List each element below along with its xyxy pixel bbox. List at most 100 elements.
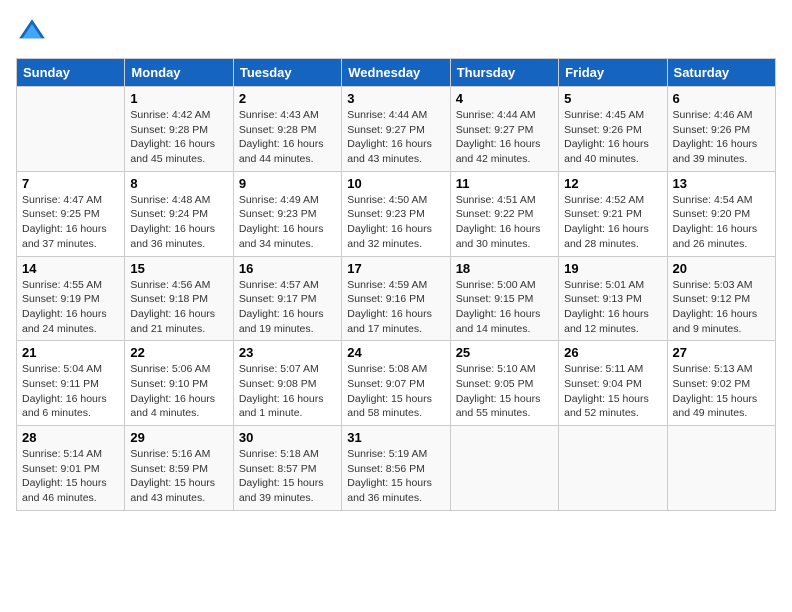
calendar-cell: 21Sunrise: 5:04 AM Sunset: 9:11 PM Dayli… (17, 341, 125, 426)
calendar-cell: 7 Sunrise: 4:47 AM Sunset: 9:25 PM Daylig… (17, 171, 125, 256)
day-number: 26 (564, 345, 661, 360)
day-info: Sunrise: 5:03 AM Sunset: 9:12 PM Dayligh… (673, 278, 770, 337)
day-number: 24 (347, 345, 444, 360)
calendar-cell: 8 Sunrise: 4:48 AM Sunset: 9:24 PM Daylig… (125, 171, 233, 256)
day-number: 22 (130, 345, 227, 360)
day-info: Sunrise: 4:51 AM Sunset: 9:22 PM Dayligh… (456, 193, 553, 252)
calendar-cell: 14 Sunrise: 4:55 AM Sunset: 9:19 PM Dayli… (17, 256, 125, 341)
calendar-cell: 20 Sunrise: 5:03 AM Sunset: 9:12 PM Dayli… (667, 256, 775, 341)
calendar-cell: 28 Sunrise: 5:14 AM Sunset: 9:01 PM Dayli… (17, 426, 125, 511)
day-info: Sunrise: 4:56 AM Sunset: 9:18 PM Dayligh… (130, 278, 227, 337)
day-number: 13 (673, 176, 770, 191)
day-number: 27 (673, 345, 770, 360)
day-info: Sunrise: 4:44 AM Sunset: 9:27 PM Dayligh… (456, 108, 553, 167)
header-monday: Monday (125, 59, 233, 87)
week-row-2: 7 Sunrise: 4:47 AM Sunset: 9:25 PM Daylig… (17, 171, 776, 256)
calendar-cell (17, 87, 125, 172)
day-number: 10 (347, 176, 444, 191)
calendar-cell: 13 Sunrise: 4:54 AM Sunset: 9:20 PM Dayli… (667, 171, 775, 256)
day-number: 11 (456, 176, 553, 191)
day-number: 4 (456, 91, 553, 106)
calendar-cell: 29 Sunrise: 5:16 AM Sunset: 8:59 PM Dayli… (125, 426, 233, 511)
calendar-cell: 30 Sunrise: 5:18 AM Sunset: 8:57 PM Dayli… (233, 426, 341, 511)
day-number: 6 (673, 91, 770, 106)
header-friday: Friday (559, 59, 667, 87)
day-info: Sunrise: 5:00 AM Sunset: 9:15 PM Dayligh… (456, 278, 553, 337)
calendar-cell (667, 426, 775, 511)
day-info: Sunrise: 4:57 AM Sunset: 9:17 PM Dayligh… (239, 278, 336, 337)
day-number: 8 (130, 176, 227, 191)
day-info: Sunrise: 5:16 AM Sunset: 8:59 PM Dayligh… (130, 447, 227, 506)
day-number: 19 (564, 261, 661, 276)
header-saturday: Saturday (667, 59, 775, 87)
day-info: Sunrise: 4:47 AM Sunset: 9:25 PM Dayligh… (22, 193, 119, 252)
header-tuesday: Tuesday (233, 59, 341, 87)
week-row-5: 28 Sunrise: 5:14 AM Sunset: 9:01 PM Dayli… (17, 426, 776, 511)
calendar-cell: 19Sunrise: 5:01 AM Sunset: 9:13 PM Dayli… (559, 256, 667, 341)
calendar-cell: 24Sunrise: 5:08 AM Sunset: 9:07 PM Dayli… (342, 341, 450, 426)
day-number: 12 (564, 176, 661, 191)
calendar-cell: 2 Sunrise: 4:43 AM Sunset: 9:28 PM Daylig… (233, 87, 341, 172)
day-number: 23 (239, 345, 336, 360)
day-number: 2 (239, 91, 336, 106)
day-info: Sunrise: 5:18 AM Sunset: 8:57 PM Dayligh… (239, 447, 336, 506)
page-header (16, 16, 776, 48)
header-wednesday: Wednesday (342, 59, 450, 87)
day-number: 30 (239, 430, 336, 445)
day-number: 28 (22, 430, 119, 445)
calendar-cell: 18 Sunrise: 5:00 AM Sunset: 9:15 PM Dayli… (450, 256, 558, 341)
day-info: Sunrise: 4:49 AM Sunset: 9:23 PM Dayligh… (239, 193, 336, 252)
day-info: Sunrise: 4:46 AM Sunset: 9:26 PM Dayligh… (673, 108, 770, 167)
week-row-4: 21Sunrise: 5:04 AM Sunset: 9:11 PM Dayli… (17, 341, 776, 426)
day-number: 18 (456, 261, 553, 276)
day-info: Sunrise: 4:42 AM Sunset: 9:28 PM Dayligh… (130, 108, 227, 167)
header-sunday: Sunday (17, 59, 125, 87)
day-info: Sunrise: 5:19 AM Sunset: 8:56 PM Dayligh… (347, 447, 444, 506)
day-number: 7 (22, 176, 119, 191)
day-info: Sunrise: 4:43 AM Sunset: 9:28 PM Dayligh… (239, 108, 336, 167)
day-number: 9 (239, 176, 336, 191)
calendar-cell: 17Sunrise: 4:59 AM Sunset: 9:16 PM Dayli… (342, 256, 450, 341)
day-info: Sunrise: 4:54 AM Sunset: 9:20 PM Dayligh… (673, 193, 770, 252)
day-info: Sunrise: 5:06 AM Sunset: 9:10 PM Dayligh… (130, 362, 227, 421)
calendar-cell: 1Sunrise: 4:42 AM Sunset: 9:28 PM Daylig… (125, 87, 233, 172)
calendar-cell (559, 426, 667, 511)
day-number: 25 (456, 345, 553, 360)
week-row-3: 14 Sunrise: 4:55 AM Sunset: 9:19 PM Dayli… (17, 256, 776, 341)
day-info: Sunrise: 4:48 AM Sunset: 9:24 PM Dayligh… (130, 193, 227, 252)
calendar-cell: 10 Sunrise: 4:50 AM Sunset: 9:23 PM Dayli… (342, 171, 450, 256)
header-thursday: Thursday (450, 59, 558, 87)
day-info: Sunrise: 4:52 AM Sunset: 9:21 PM Dayligh… (564, 193, 661, 252)
calendar-cell: 25 Sunrise: 5:10 AM Sunset: 9:05 PM Dayli… (450, 341, 558, 426)
calendar-cell: 11 Sunrise: 4:51 AM Sunset: 9:22 PM Dayli… (450, 171, 558, 256)
day-number: 20 (673, 261, 770, 276)
day-number: 16 (239, 261, 336, 276)
calendar-cell: 23 Sunrise: 5:07 AM Sunset: 9:08 PM Dayli… (233, 341, 341, 426)
calendar-cell: 27 Sunrise: 5:13 AM Sunset: 9:02 PM Dayli… (667, 341, 775, 426)
day-number: 31 (347, 430, 444, 445)
calendar-cell: 22 Sunrise: 5:06 AM Sunset: 9:10 PM Dayli… (125, 341, 233, 426)
day-number: 14 (22, 261, 119, 276)
calendar-cell: 6 Sunrise: 4:46 AM Sunset: 9:26 PM Daylig… (667, 87, 775, 172)
day-info: Sunrise: 5:14 AM Sunset: 9:01 PM Dayligh… (22, 447, 119, 506)
day-info: Sunrise: 4:45 AM Sunset: 9:26 PM Dayligh… (564, 108, 661, 167)
logo (16, 16, 52, 48)
day-info: Sunrise: 4:44 AM Sunset: 9:27 PM Dayligh… (347, 108, 444, 167)
day-info: Sunrise: 4:55 AM Sunset: 9:19 PM Dayligh… (22, 278, 119, 337)
day-info: Sunrise: 5:11 AM Sunset: 9:04 PM Dayligh… (564, 362, 661, 421)
day-info: Sunrise: 5:13 AM Sunset: 9:02 PM Dayligh… (673, 362, 770, 421)
calendar-cell: 16 Sunrise: 4:57 AM Sunset: 9:17 PM Dayli… (233, 256, 341, 341)
day-number: 5 (564, 91, 661, 106)
day-number: 29 (130, 430, 227, 445)
day-info: Sunrise: 5:10 AM Sunset: 9:05 PM Dayligh… (456, 362, 553, 421)
day-number: 21 (22, 345, 119, 360)
calendar-cell: 5 Sunrise: 4:45 AM Sunset: 9:26 PM Daylig… (559, 87, 667, 172)
calendar-table: SundayMondayTuesdayWednesdayThursdayFrid… (16, 58, 776, 511)
day-info: Sunrise: 4:50 AM Sunset: 9:23 PM Dayligh… (347, 193, 444, 252)
calendar-cell: 4 Sunrise: 4:44 AM Sunset: 9:27 PM Daylig… (450, 87, 558, 172)
calendar-cell: 3Sunrise: 4:44 AM Sunset: 9:27 PM Daylig… (342, 87, 450, 172)
calendar-cell: 9 Sunrise: 4:49 AM Sunset: 9:23 PM Daylig… (233, 171, 341, 256)
day-info: Sunrise: 4:59 AM Sunset: 9:16 PM Dayligh… (347, 278, 444, 337)
day-number: 15 (130, 261, 227, 276)
day-info: Sunrise: 5:07 AM Sunset: 9:08 PM Dayligh… (239, 362, 336, 421)
